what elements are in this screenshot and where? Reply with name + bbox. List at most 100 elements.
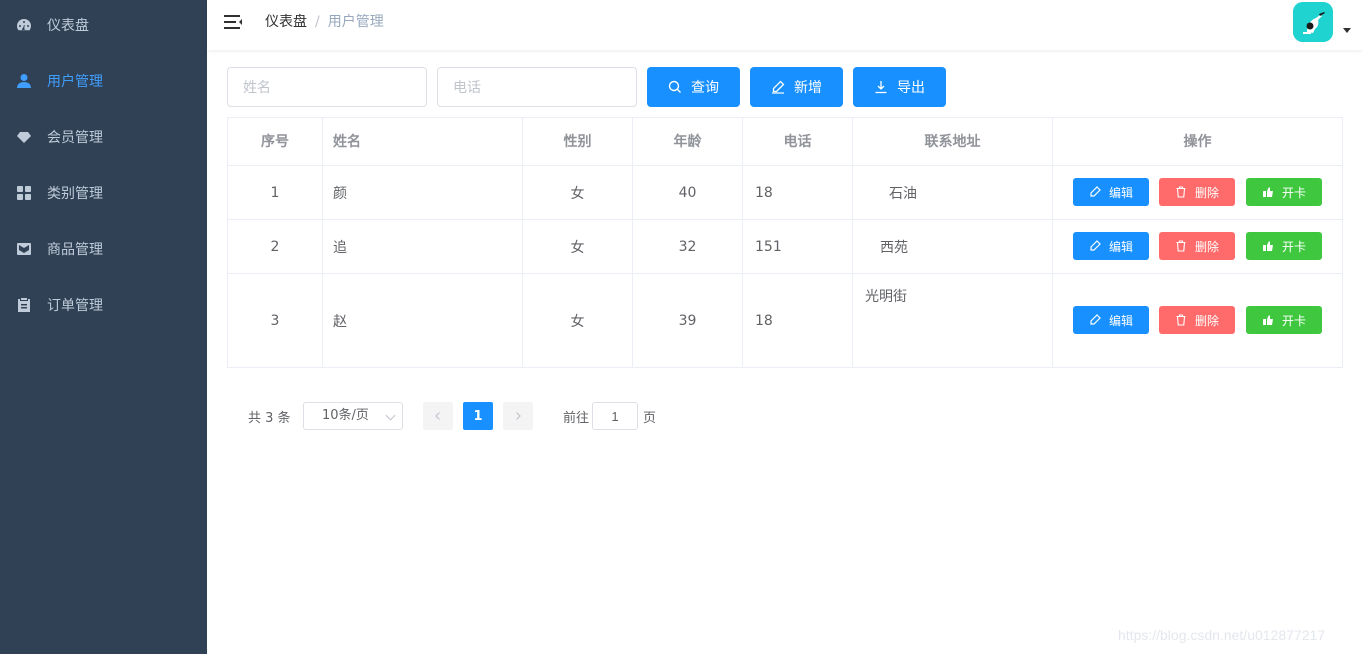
cell-actions: 编辑 删除 开卡 (1053, 220, 1342, 273)
inbox-icon (16, 241, 32, 257)
breadcrumb-current: 用户管理 (327, 14, 384, 30)
open-card-button-label: 开卡 (1281, 313, 1306, 328)
cell-phone: 18 (743, 166, 853, 219)
trash-icon (1176, 186, 1186, 198)
dashboard-icon (16, 17, 32, 33)
cell-index: 1 (228, 166, 323, 219)
column-header-index: 序号 (228, 118, 323, 166)
cell-name: 追 (323, 220, 523, 273)
clipboard-icon (16, 297, 32, 313)
sidebar-item-users[interactable]: 用户管理 (0, 53, 207, 109)
sidebar-item-label: 订单管理 (47, 298, 103, 314)
query-button[interactable]: 查询 (647, 67, 740, 107)
card-icon (1262, 187, 1273, 197)
phone-search-input[interactable] (437, 67, 637, 107)
edit-button-label: 编辑 (1108, 239, 1133, 254)
edit-button[interactable]: 编辑 (1073, 306, 1149, 334)
table-row: 2 追 女 32 151 西苑 编辑 删除 开卡 (228, 220, 1342, 274)
cell-age: 39 (633, 274, 743, 368)
goto-page-input[interactable] (592, 402, 638, 430)
chevron-right-icon (516, 412, 521, 420)
cell-index: 3 (228, 274, 323, 368)
hamburger-menu-icon[interactable] (223, 12, 243, 32)
open-card-button[interactable]: 开卡 (1246, 232, 1322, 260)
chevron-down-icon (385, 410, 396, 421)
sidebar-item-label: 类别管理 (47, 186, 103, 202)
delete-button-label: 删除 (1194, 185, 1219, 200)
table-header: 序号 姓名 性别 年龄 电话 联系地址 操作 (228, 118, 1342, 166)
name-search-input[interactable] (227, 67, 427, 107)
cell-address: 西苑 (853, 220, 1053, 273)
sidebar-item-categories[interactable]: 类别管理 (0, 165, 207, 221)
search-icon (668, 80, 681, 93)
prev-page-button[interactable] (423, 402, 453, 430)
diamond-icon (16, 129, 32, 145)
cell-actions: 编辑 删除 开卡 (1053, 274, 1342, 368)
open-card-button[interactable]: 开卡 (1246, 306, 1322, 334)
open-card-button[interactable]: 开卡 (1246, 178, 1322, 206)
cell-address: 光明街 (853, 274, 1053, 368)
edit-button[interactable]: 编辑 (1073, 178, 1149, 206)
delete-button-label: 删除 (1194, 239, 1219, 254)
cell-age: 40 (633, 166, 743, 219)
cell-phone: 151 (743, 220, 853, 273)
sidebar-item-members[interactable]: 会员管理 (0, 109, 207, 165)
avatar[interactable] (1293, 2, 1333, 42)
edit-icon (1090, 314, 1101, 325)
delete-button-label: 删除 (1194, 313, 1219, 328)
cell-age: 32 (633, 220, 743, 273)
column-header-address: 联系地址 (853, 118, 1053, 166)
cell-name: 赵 (323, 274, 523, 368)
grid-icon (16, 185, 32, 201)
breadcrumb-home[interactable]: 仪表盘 (265, 14, 307, 30)
goto-prefix: 前往 (563, 411, 590, 426)
avatar-dropdown-caret-icon[interactable] (1343, 28, 1351, 33)
edit-icon (1090, 240, 1101, 251)
navbar: 仪表盘 / 用户管理 (207, 0, 1363, 50)
next-page-button[interactable] (503, 402, 533, 430)
edit-button-label: 编辑 (1108, 185, 1133, 200)
cell-gender: 女 (523, 220, 633, 273)
trash-icon (1176, 240, 1186, 252)
delete-button[interactable]: 删除 (1159, 178, 1235, 206)
sidebar-item-label: 用户管理 (47, 74, 103, 90)
page-size-select[interactable]: 10条/页 (303, 402, 403, 430)
goto-suffix: 页 (643, 411, 657, 426)
edit-icon (772, 80, 785, 94)
user-icon (16, 73, 32, 89)
cell-gender: 女 (523, 166, 633, 219)
cell-gender: 女 (523, 274, 633, 368)
page-number-button[interactable]: 1 (463, 402, 493, 430)
delete-button[interactable]: 删除 (1159, 306, 1235, 334)
export-button[interactable]: 导出 (853, 67, 946, 107)
download-icon (875, 81, 887, 94)
pagination-total: 共 3 条 (248, 411, 291, 426)
breadcrumb-separator: / (315, 14, 320, 30)
card-icon (1262, 241, 1273, 251)
sidebar-item-dashboard[interactable]: 仪表盘 (0, 0, 207, 53)
edit-button-label: 编辑 (1108, 313, 1133, 328)
card-icon (1262, 315, 1273, 325)
cell-address: 石油 (853, 166, 1053, 219)
delete-button[interactable]: 删除 (1159, 232, 1235, 260)
breadcrumb: 仪表盘 / 用户管理 (265, 14, 384, 30)
sidebar-item-label: 仪表盘 (47, 18, 89, 34)
column-header-age: 年龄 (633, 118, 743, 166)
add-button[interactable]: 新增 (750, 67, 843, 107)
sidebar-item-products[interactable]: 商品管理 (0, 221, 207, 277)
sidebar: 仪表盘 用户管理 会员管理 类别管理 商品管理 订单管理 (0, 0, 207, 654)
open-card-button-label: 开卡 (1281, 239, 1306, 254)
sidebar-item-label: 商品管理 (47, 242, 103, 258)
trash-icon (1176, 314, 1186, 326)
watermark: https://blog.csdn.net/u012877217 (1118, 627, 1326, 643)
edit-icon (1090, 186, 1101, 197)
cell-name: 颜 (323, 166, 523, 219)
sidebar-item-orders[interactable]: 订单管理 (0, 277, 207, 333)
chevron-left-icon (435, 412, 440, 420)
export-button-label: 导出 (897, 80, 925, 96)
sidebar-item-label: 会员管理 (47, 130, 103, 146)
add-button-label: 新增 (794, 80, 822, 96)
table-row: 3 赵 女 39 18 光明街 编辑 删除 开卡 (228, 274, 1342, 368)
edit-button[interactable]: 编辑 (1073, 232, 1149, 260)
column-header-actions: 操作 (1183, 134, 1212, 150)
